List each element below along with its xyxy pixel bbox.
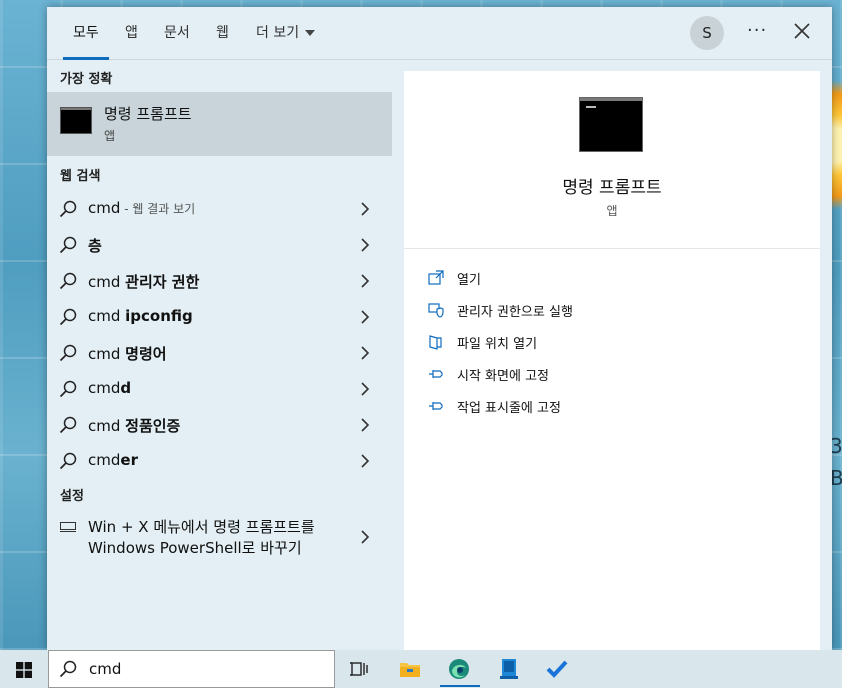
best-match-item[interactable]: 명령 프롬프트 앱 xyxy=(47,92,392,156)
web-search-item[interactable]: cmd 관리자 권한 xyxy=(47,263,392,299)
search-icon xyxy=(59,236,77,254)
web-search-item-label: cmd 명령어 xyxy=(88,343,167,364)
chevron-right-icon xyxy=(361,382,370,396)
edge-browser-icon[interactable] xyxy=(448,658,470,680)
detail-subtitle: 앱 xyxy=(606,204,618,218)
settings-result-line2: Windows PowerShell로 바꾸기 xyxy=(88,539,302,557)
more-options-button[interactable]: ··· xyxy=(747,20,767,41)
tab-documents[interactable]: 문서 xyxy=(164,7,190,59)
file-explorer-icon[interactable] xyxy=(399,658,421,680)
chevron-right-icon xyxy=(361,530,370,544)
chevron-right-icon xyxy=(361,238,370,252)
query-suggestion: d xyxy=(120,379,132,397)
search-icon xyxy=(59,308,77,326)
query-prefix: cmd xyxy=(88,199,121,217)
taskbar-search-input[interactable]: cmd xyxy=(48,650,335,688)
query-prefix: cmd xyxy=(88,345,126,363)
store-app-icon[interactable] xyxy=(498,658,520,680)
web-search-item-label: cmd 관리자 권한 xyxy=(88,271,199,292)
chevron-right-icon xyxy=(361,454,370,468)
open-icon xyxy=(428,270,444,285)
query-suggestion: ipconfig xyxy=(125,307,193,325)
best-match-title: 명령 프롬프트 xyxy=(104,105,192,123)
caret-down-icon xyxy=(305,30,316,36)
web-search-item-label: 층 xyxy=(88,235,102,256)
pin-to-start-label: 시작 화면에 고정 xyxy=(457,369,549,384)
query-suggestion: er xyxy=(120,451,138,469)
detail-pane: 명령 프롬프트 앱 열기 관리자 권한으로 실행 파일 위치 열기 시작 화면에… xyxy=(404,71,820,650)
task-view-icon[interactable] xyxy=(349,658,371,680)
best-match-subtitle: 앱 xyxy=(104,129,116,143)
best-match-heading: 가장 정확 xyxy=(60,72,113,87)
chevron-right-icon xyxy=(361,418,370,432)
todo-checkmark-icon[interactable] xyxy=(546,658,568,680)
command-prompt-icon xyxy=(61,108,91,133)
web-search-item[interactable]: cmd 명령어 xyxy=(47,335,392,371)
open-action-label: 열기 xyxy=(457,273,481,288)
web-search-item-label: cmd 정품인증 xyxy=(88,415,180,436)
search-icon xyxy=(59,660,77,678)
search-icon xyxy=(59,200,77,218)
chevron-right-icon xyxy=(361,274,370,288)
web-search-item-label: cmd ipconfig xyxy=(88,307,193,325)
web-search-item-label: cmd - 웹 결과 보기 xyxy=(88,199,195,217)
folder-icon xyxy=(429,335,442,350)
search-icon xyxy=(59,416,77,434)
query-prefix: cmd xyxy=(88,307,126,325)
chevron-right-icon xyxy=(361,202,370,216)
command-prompt-large-icon xyxy=(580,98,642,151)
query-suggestion: 관리자 권한 xyxy=(125,273,200,291)
pin-icon xyxy=(429,370,443,378)
tab-more[interactable]: 더 보기 xyxy=(256,7,316,59)
query-prefix: cmd xyxy=(88,417,126,435)
tab-web[interactable]: 웹 xyxy=(216,7,229,59)
active-app-indicator xyxy=(440,685,480,687)
detail-title: 명령 프롬프트 xyxy=(562,178,662,198)
web-search-item[interactable]: cmdd xyxy=(47,371,392,407)
chevron-right-icon xyxy=(361,310,370,324)
query-prefix: cmd xyxy=(88,451,121,469)
detail-divider xyxy=(404,248,820,249)
web-search-item[interactable]: 층 xyxy=(47,227,392,263)
tab-apps[interactable]: 앱 xyxy=(125,7,138,59)
query-suggestion: 명령어 xyxy=(125,345,167,363)
web-search-item[interactable]: cmder xyxy=(47,443,392,479)
account-avatar[interactable]: S xyxy=(690,16,724,50)
settings-result-item[interactable]: Win + X 메뉴에서 명령 프롬프트를 Windows PowerShell… xyxy=(47,512,392,562)
settings-heading: 설정 xyxy=(60,489,84,504)
pin-to-taskbar-label: 작업 표시줄에 고정 xyxy=(457,401,561,416)
query-prefix: cmd xyxy=(88,273,126,291)
query-suggestion: 정품인증 xyxy=(125,417,181,435)
pin-icon xyxy=(429,402,443,410)
search-panel: 모두 앱 문서 웹 더 보기 S ··· 가장 정확 명령 프롬프트 앱 웹 검… xyxy=(47,7,832,650)
display-settings-icon xyxy=(60,522,76,532)
tab-all[interactable]: 모두 xyxy=(63,7,109,60)
web-search-heading: 웹 검색 xyxy=(60,169,101,184)
query-prefix: cmd xyxy=(88,379,121,397)
settings-result-line1: Win + X 메뉴에서 명령 프롬프트를 xyxy=(88,518,315,536)
taskbar: cmd xyxy=(0,650,842,688)
search-value: cmd xyxy=(89,660,122,678)
search-icon xyxy=(59,452,77,470)
query-suggestion: 층 xyxy=(88,237,102,255)
open-file-location-label: 파일 위치 열기 xyxy=(457,337,538,352)
close-icon[interactable] xyxy=(792,21,812,41)
shield-icon xyxy=(428,303,444,318)
search-icon xyxy=(59,344,77,362)
chevron-right-icon xyxy=(361,346,370,360)
web-search-item-label: cmdd xyxy=(88,379,131,397)
web-search-item-label: cmder xyxy=(88,451,138,469)
web-search-item[interactable]: cmd ipconfig xyxy=(47,299,392,335)
query-hint: - 웹 결과 보기 xyxy=(120,202,196,216)
web-search-item[interactable]: cmd 정품인증 xyxy=(47,407,392,443)
search-icon xyxy=(59,272,77,290)
web-search-item[interactable]: cmd - 웹 결과 보기 xyxy=(47,191,392,227)
search-tabs: 모두 앱 문서 웹 더 보기 S ··· xyxy=(47,7,832,60)
run-as-admin-label: 관리자 권한으로 실행 xyxy=(457,305,573,320)
tab-more-label: 더 보기 xyxy=(256,25,300,41)
search-icon xyxy=(59,380,77,398)
windows-start-icon[interactable] xyxy=(16,662,32,678)
